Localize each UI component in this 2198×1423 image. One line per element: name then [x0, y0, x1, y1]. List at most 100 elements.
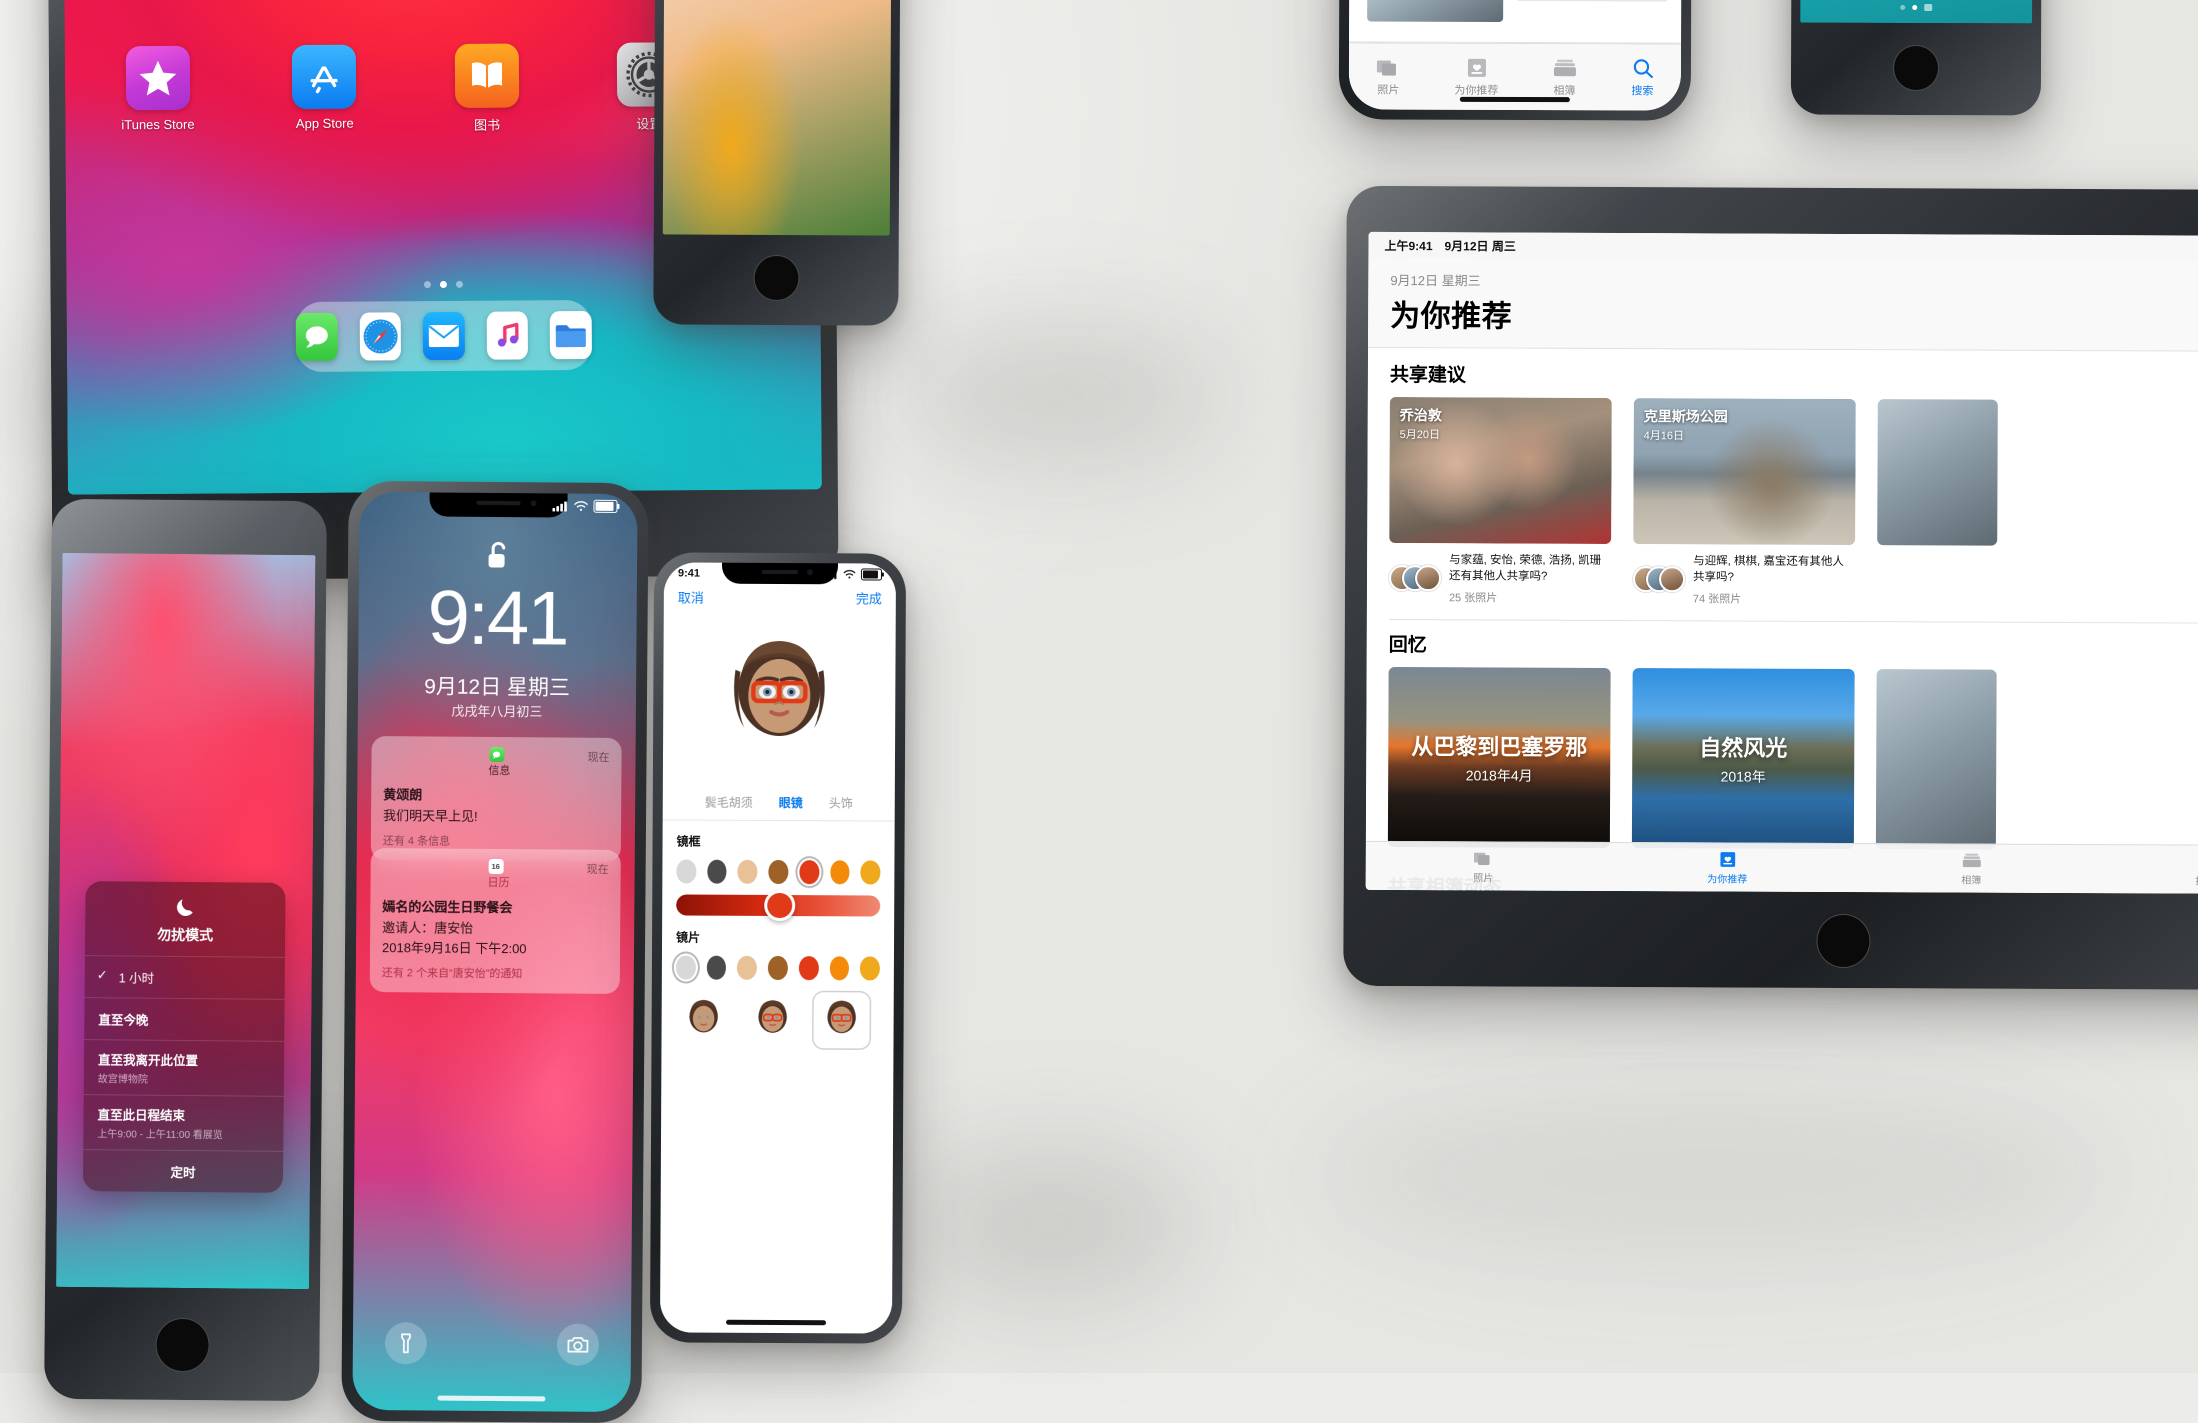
swatch-red[interactable] [798, 956, 819, 981]
camera-icon[interactable] [1924, 4, 1933, 12]
app-itunes-store[interactable]: iTunes Store [121, 45, 195, 137]
lens-swatches[interactable] [675, 955, 880, 981]
memoji-preview[interactable] [663, 610, 896, 786]
memoji-category-tabs[interactable]: 鬓毛胡须 眼镜 头饰 [662, 785, 895, 822]
card-date: 5月20日 [1399, 429, 1441, 442]
tab-label: 相簿 [1553, 84, 1576, 97]
camera-viewfinder[interactable] [662, 0, 893, 236]
shared-suggestion-card-partial[interactable] [1877, 399, 1998, 607]
tab-albums[interactable]: 相簿 [1551, 57, 1577, 98]
memoji-phone-screen[interactable]: 9:41 取消 完成 鬓毛胡须 眼镜 头饰 镜框 镜片 [659, 562, 897, 1334]
page-indicator[interactable] [1900, 4, 1933, 12]
ipad-home-button[interactable] [1816, 913, 1871, 969]
tab-search[interactable]: 搜索 [1630, 57, 1654, 98]
notification-messages[interactable]: 信息 现在 黄颂朗 我们明天早上见! 还有 4 条信息 [370, 736, 622, 862]
notification-app-name: 日历 [487, 876, 510, 890]
dnd-option-tonight[interactable]: 直至今晚 [84, 997, 285, 1041]
slider-knob[interactable] [763, 889, 796, 922]
for-you-icon [1719, 851, 1735, 867]
photos-phone-screen[interactable]: 回忆 照片 为你推荐 相簿 搜索 [1348, 0, 1684, 111]
home-indicator[interactable] [726, 1319, 827, 1326]
tab-for-you[interactable]: 为你推荐 [1707, 850, 1747, 885]
memory-card[interactable]: 自然风光 2018年 [1631, 667, 1855, 849]
safari-icon[interactable] [359, 312, 402, 361]
app-books[interactable]: 图书 [454, 43, 520, 133]
home-button[interactable] [1892, 44, 1940, 92]
status-time: 上午9:41 [1384, 238, 1433, 253]
camera-phone-screen[interactable]: Aa 🦙 🍔 🍣 👹 [662, 0, 893, 236]
memoji-red-glasses[interactable] [744, 992, 800, 1048]
done-button[interactable]: 完成 [856, 588, 882, 607]
shadow [1300, 1080, 2120, 1270]
tab-for-you[interactable]: 为你推荐 [1454, 56, 1498, 97]
swatch-red-selected[interactable] [799, 860, 820, 885]
memoji-editor: 9:41 取消 完成 鬓毛胡须 眼镜 头饰 镜框 镜片 [659, 562, 897, 1334]
swatch-brown[interactable] [768, 859, 789, 885]
app-label: iTunes Store [121, 116, 195, 133]
card-date: 4月16日 [1643, 430, 1685, 443]
flashlight-icon[interactable] [384, 1322, 428, 1365]
swatch-orange[interactable] [829, 956, 850, 981]
swatch-brown[interactable] [767, 955, 788, 981]
tab-headwear[interactable]: 头饰 [829, 794, 853, 811]
tab-brows-beard[interactable]: 鬓毛胡须 [705, 794, 753, 811]
home-button[interactable] [154, 1317, 210, 1373]
cancel-button[interactable]: 取消 [678, 587, 704, 606]
memory-subtitle: 2018年4月 [1465, 767, 1533, 784]
dnd-option-leave-location[interactable]: 直至我离开此位置 故宫博物院 [83, 1039, 285, 1096]
memory-card[interactable]: 从巴黎到巴塞罗那 2018年4月 [1387, 666, 1611, 848]
dnd-option-end-of-event[interactable]: 直至此日程结束 上午9:00 - 上午11:00 看展览 [83, 1094, 284, 1151]
messages-icon[interactable] [295, 312, 338, 362]
lock-status-icons [552, 499, 618, 513]
dnd-schedule-button[interactable]: 定时 [82, 1149, 284, 1193]
frame-color-slider[interactable] [676, 889, 881, 922]
tab-photos[interactable]: 照片 [1472, 849, 1494, 884]
tab-albums[interactable]: 相簿 [1960, 851, 1982, 886]
music-icon[interactable] [486, 311, 529, 360]
swatch-orange[interactable] [829, 860, 850, 885]
mail-icon[interactable] [422, 311, 465, 361]
app-app-store[interactable]: App Store [292, 44, 357, 135]
dnd-phone-screen[interactable]: 勿扰模式 ✓ 1 小时 直至今晚 直至我离开此位置 故宫博物院 直至此日程结束 … [56, 552, 316, 1290]
swatch-white[interactable] [676, 859, 697, 884]
tab-eyewear[interactable]: 眼镜 [779, 794, 803, 811]
swatch-tan[interactable] [737, 955, 758, 980]
swatch-black[interactable] [707, 859, 727, 884]
swatch-tan[interactable] [737, 859, 758, 884]
ipad-photos-screen[interactable]: 上午9:41 9月12日 周三 100% 9月12日 星期三 为你推荐 [1365, 231, 2198, 895]
shared-suggestion-card[interactable]: 克里斯场公园 4月16日 与迎辉, 棋棋, 嘉宝还有其他人共享吗? 74 张照片 [1632, 398, 1856, 607]
shared-suggestion-card[interactable]: 乔治敦 5月20日 与家蕴, 安怡, 荣德, 浩扬, 凯珊还有其他人共享吗? 2… [1388, 397, 1612, 606]
avatar-stack [1388, 552, 1442, 605]
memoji-variations[interactable] [661, 979, 893, 1048]
lock-phone-screen[interactable]: 9:41 9月12日 星期三 戊戌年八月初三 信息 现在 黄颂朗 我们明天早上见… [352, 491, 638, 1413]
files-icon[interactable] [550, 310, 592, 360]
card-place: 乔治敦 [1399, 407, 1442, 424]
camera-icon[interactable] [556, 1323, 600, 1366]
notification-calendar[interactable]: 16 日历 现在 嫣名的公园生日野餐会 邀请人：唐安怡 2018年9月16日 下… [369, 848, 621, 994]
page-indicator[interactable] [423, 280, 463, 289]
swatch-black[interactable] [706, 955, 727, 980]
swatch-amber[interactable] [860, 860, 881, 885]
swatch-clear-selected[interactable] [675, 955, 696, 980]
memoji-red-glasses-alt-selected[interactable] [813, 992, 869, 1048]
home-indicator[interactable] [1459, 96, 1570, 103]
dog-beach-photo[interactable]: 克里斯场公园 4月16日 [1633, 398, 1856, 546]
home-indicator[interactable] [437, 1395, 546, 1402]
books-icon [454, 43, 519, 108]
friends-cafe-photo[interactable]: 乔治敦 5月20日 [1389, 397, 1612, 544]
lock-phone-device: 9:41 9月12日 星期三 戊戌年八月初三 信息 现在 黄颂朗 我们明天早上见… [341, 480, 649, 1423]
shadow [900, 1150, 1200, 1300]
ipad-photos-tabbar[interactable]: 照片 为你推荐 相簿 搜索 [1365, 840, 2198, 895]
dnd-option-1hour[interactable]: ✓ 1 小时 [84, 955, 285, 999]
swatch-amber[interactable] [860, 956, 880, 981]
memoji-no-glasses[interactable] [675, 991, 731, 1047]
frame-swatches[interactable] [676, 859, 881, 885]
home-button[interactable] [752, 254, 800, 302]
thumb-photo[interactable] [1367, 0, 1504, 22]
shared-suggestions-header: 共享建议 [1390, 360, 2198, 391]
partial-photo[interactable] [1877, 399, 1998, 546]
memory-card-partial[interactable] [1875, 668, 1997, 850]
tab-photos[interactable]: 照片 [1375, 56, 1401, 97]
wallpaper-phone-screen[interactable] [1800, 0, 2034, 24]
option-label: 直至此日程结束 [97, 1108, 186, 1124]
